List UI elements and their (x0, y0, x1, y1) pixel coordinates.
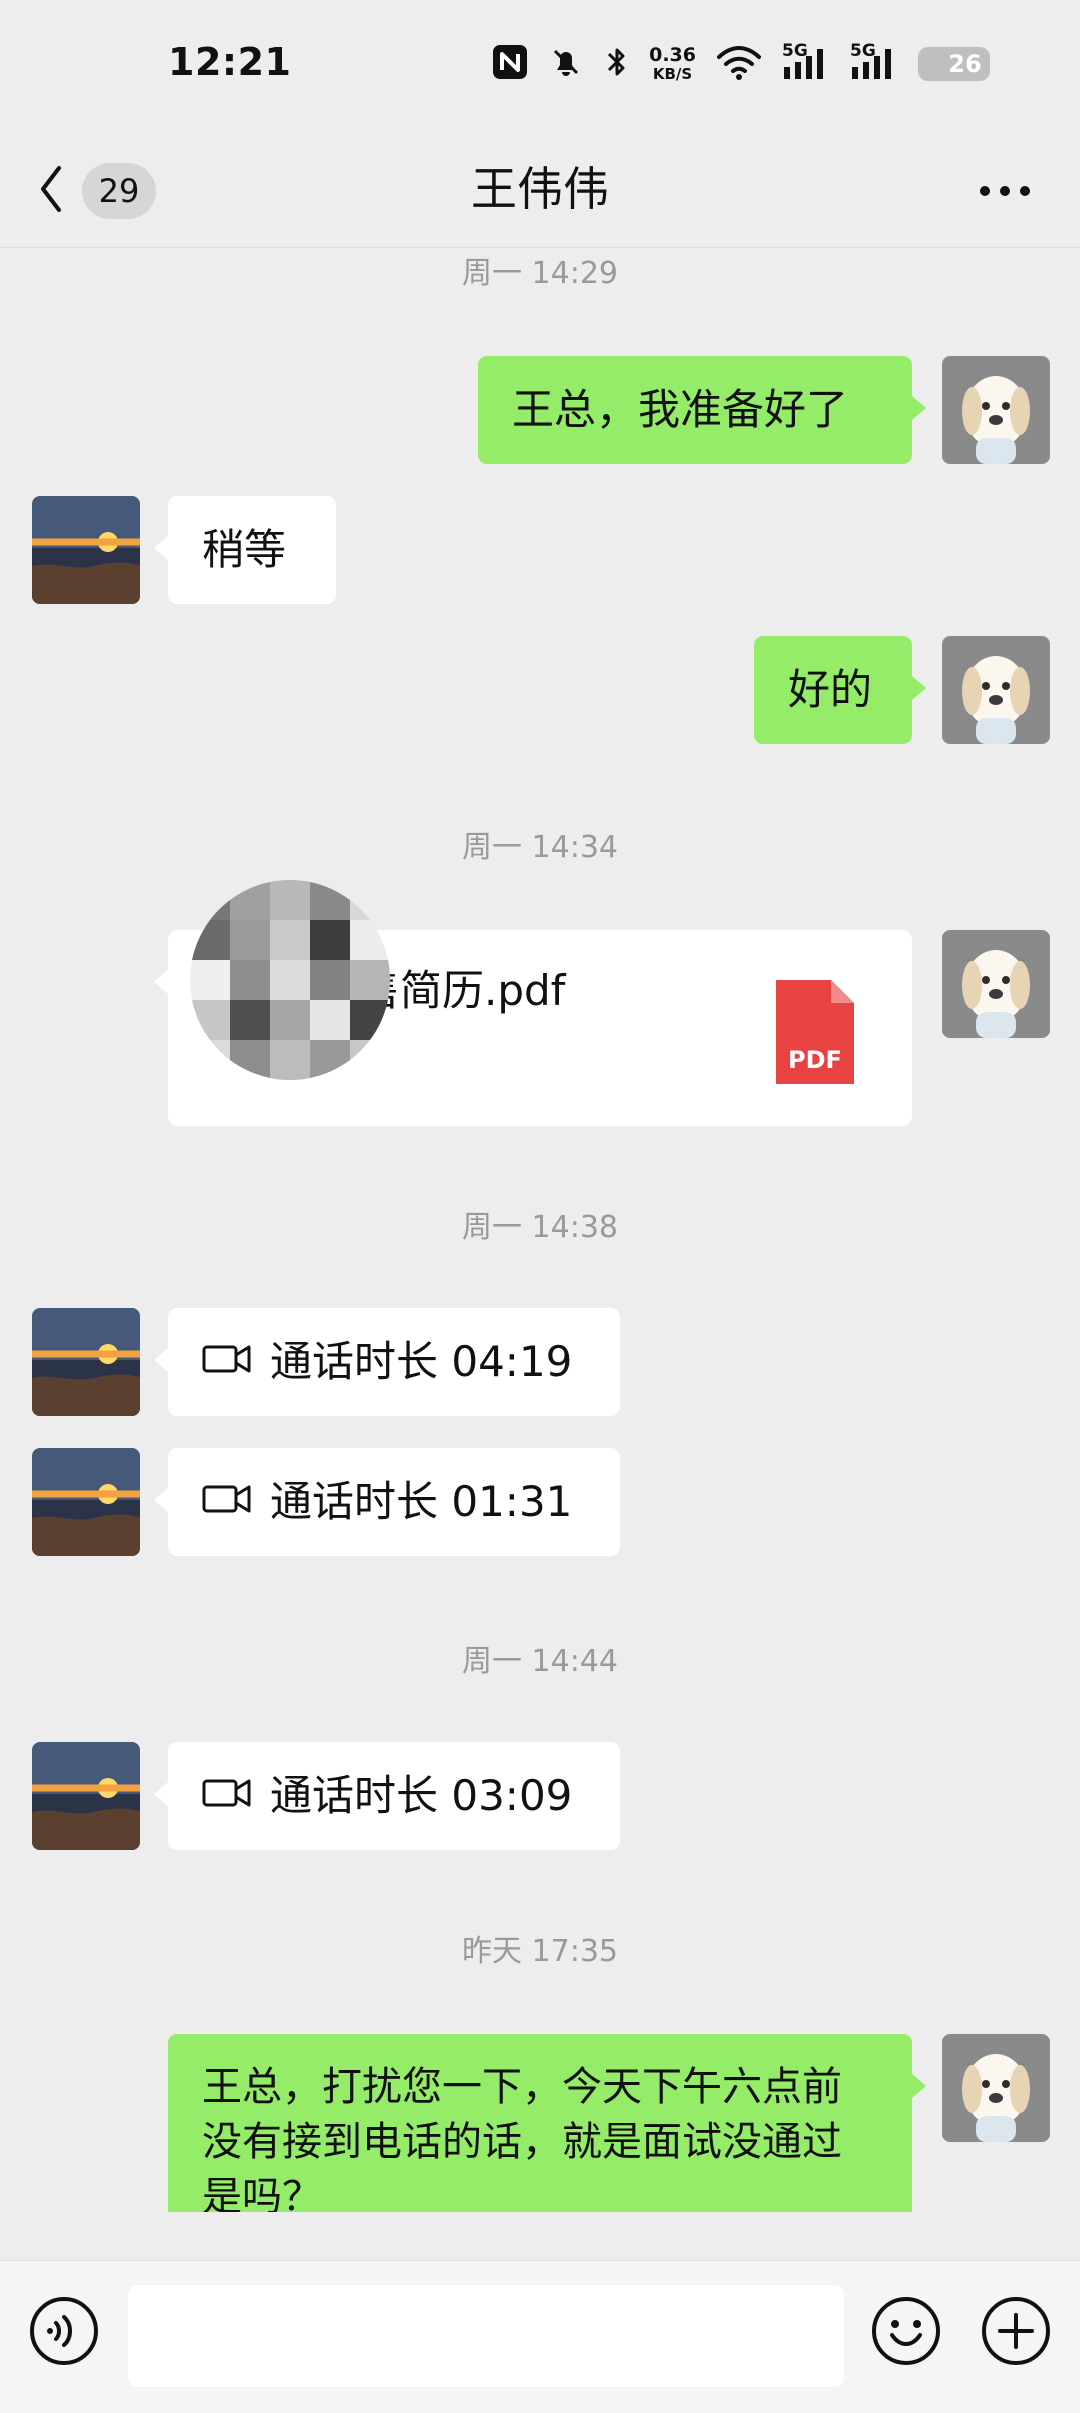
message-text: 好的 (788, 665, 873, 714)
my-avatar[interactable] (942, 636, 1050, 744)
sent-message-bubble[interactable]: 王总，打扰您一下，今天下午六点前没有接到电话的话，就是面试没通过是吗？ (168, 2034, 926, 2212)
pdf-file-icon: PDF (776, 980, 854, 1084)
more-button[interactable] (968, 159, 1042, 223)
network-speed-unit: KB/S (652, 64, 693, 83)
emoji-button[interactable] (870, 2295, 942, 2367)
message-input-bar (0, 2260, 1080, 2413)
status-icons: 0.36 KB/S 5G 5G 26 (491, 40, 990, 88)
more-actions-button[interactable] (980, 2295, 1052, 2367)
timestamp: 周一 14:38 (462, 1210, 618, 1245)
contact-name-title: 王伟伟 (471, 162, 609, 216)
emoji-icon (870, 2297, 942, 2371)
message-text: 王总，打扰您一下，今天下午六点前没有接到电话的话，就是面试没通过是吗？ (202, 2064, 842, 2212)
contact-avatar[interactable] (32, 496, 140, 604)
signal-1: 5G (782, 41, 832, 83)
timestamp: 昨天 17:35 (462, 1934, 618, 1969)
timestamp: 周一 14:34 (462, 830, 618, 865)
bluetooth-icon (603, 43, 631, 85)
video-camera-icon (202, 1768, 252, 1824)
contact-avatar[interactable] (32, 1742, 140, 1850)
voice-button[interactable] (28, 2295, 100, 2367)
voice-icon (28, 2297, 100, 2371)
network-speed-value: 0.36 (649, 43, 696, 66)
nfc-icon (491, 43, 529, 85)
privacy-mosaic (190, 880, 390, 1080)
status-bar: 12:21 0.36 KB/S 5G 5G 26 (0, 0, 1080, 135)
contact-avatar[interactable] (32, 1448, 140, 1556)
battery-level: 26 (948, 50, 982, 78)
received-message-bubble[interactable]: 稍等 (154, 496, 336, 604)
call-duration: 通话时长 01:31 (270, 1477, 573, 1526)
video-call-record[interactable]: 通话时长 04:19 (154, 1308, 620, 1416)
pdf-icon-label: PDF (788, 1046, 842, 1074)
contact-avatar[interactable] (32, 1308, 140, 1416)
my-avatar[interactable] (942, 930, 1050, 1038)
message-text: 稍等 (202, 525, 287, 574)
network-speed: 0.36 KB/S (649, 43, 696, 83)
more-icon (977, 182, 1033, 201)
status-time: 12:21 (168, 40, 292, 84)
timestamp: 周一 14:44 (462, 1644, 618, 1679)
my-avatar[interactable] (942, 356, 1050, 464)
video-camera-icon (202, 1474, 252, 1530)
plus-icon (980, 2297, 1052, 2371)
call-duration: 通话时长 03:09 (270, 1771, 573, 1820)
video-call-record[interactable]: 通话时长 03:09 (154, 1742, 620, 1850)
sent-message-bubble[interactable]: 王总，我准备好了 (478, 356, 926, 464)
my-avatar[interactable] (942, 2034, 1050, 2142)
chat-header: 29 王伟伟 (0, 135, 1080, 248)
video-call-record[interactable]: 通话时长 01:31 (154, 1448, 620, 1556)
video-camera-icon (202, 1334, 252, 1390)
timestamp: 周一 14:29 (462, 256, 618, 291)
message-input[interactable] (128, 2285, 844, 2387)
sent-message-bubble[interactable]: 好的 (754, 636, 926, 744)
mute-bell-icon (547, 43, 585, 85)
chat-area[interactable]: 周一 14:29 王总，我准备好了 稍等 好的 周一 14:34 网络销售简历.… (0, 248, 1080, 2212)
signal-2: 5G (850, 41, 900, 83)
wifi-icon (714, 43, 764, 85)
battery-indicator: 26 (918, 47, 990, 81)
call-duration: 通话时长 04:19 (270, 1337, 573, 1386)
message-text: 王总，我准备好了 (512, 385, 849, 434)
